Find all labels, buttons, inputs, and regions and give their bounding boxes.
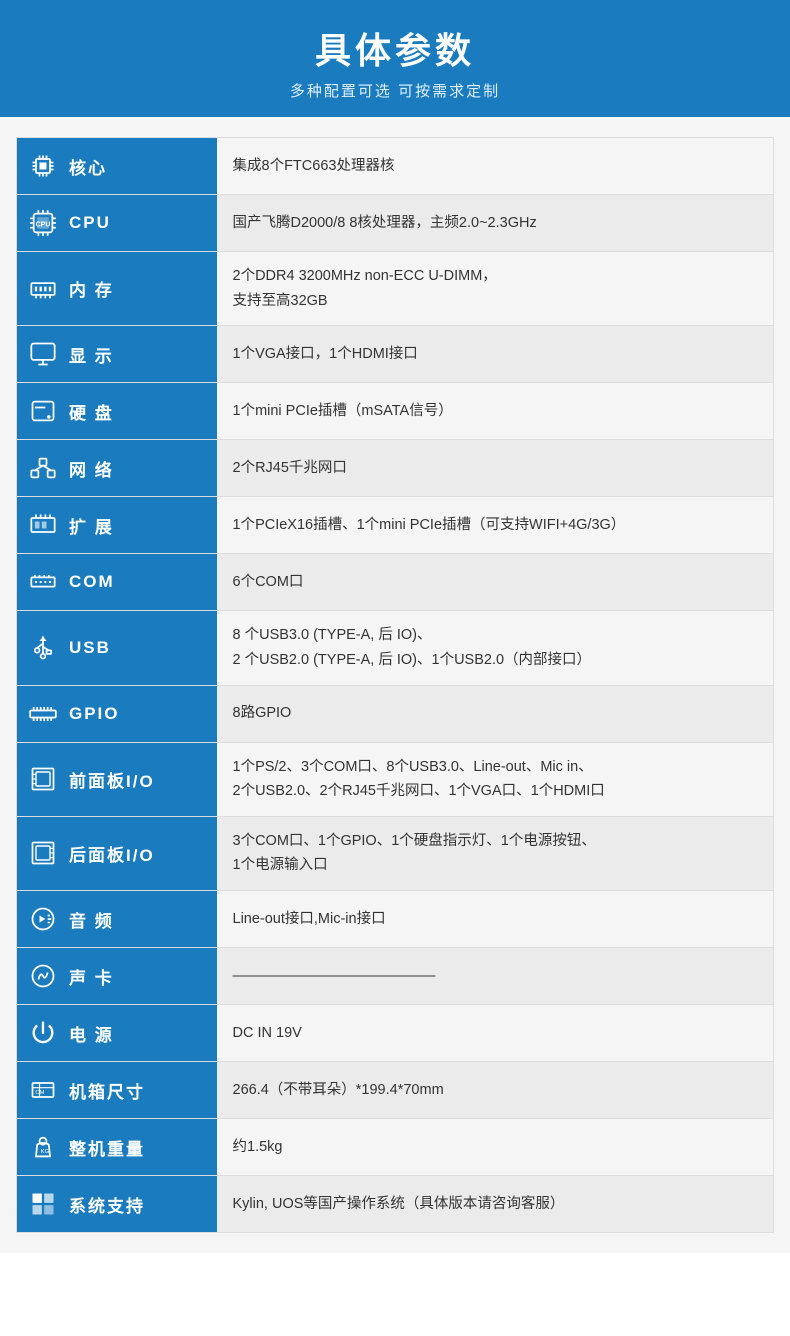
label-cell-network: 网 络 xyxy=(17,440,217,497)
table-row: 音 频 Line-out接口,Mic-in接口 xyxy=(17,891,774,948)
label-cell-display: 显 示 xyxy=(17,326,217,383)
front-panel-icon xyxy=(25,761,61,797)
value-cell-dimensions: 266.4（不带耳朵）*199.4*70mm xyxy=(217,1062,774,1119)
table-row: KG 整机重量约1.5kg xyxy=(17,1119,774,1176)
label-cell-front-panel: 前面板I/O xyxy=(17,742,217,816)
page-subtitle: 多种配置可选 可按需求定制 xyxy=(0,80,790,101)
value-cell-display: 1个VGA接口，1个HDMI接口 xyxy=(217,326,774,383)
dimensions-icon: CM xyxy=(25,1072,61,1108)
soundcard-icon xyxy=(25,958,61,994)
label-cell-weight: KG 整机重量 xyxy=(17,1119,217,1176)
value-cell-com: 6个COM口 xyxy=(217,554,774,611)
label-cell-core: 核心 xyxy=(17,138,217,195)
harddisk-icon xyxy=(25,393,61,429)
usb-icon xyxy=(25,630,61,666)
label-text-harddisk: 硬 盘 xyxy=(69,399,114,424)
label-cell-memory: 内 存 xyxy=(17,252,217,326)
core-icon xyxy=(25,148,61,184)
expansion-icon xyxy=(25,507,61,543)
label-text-network: 网 络 xyxy=(69,456,114,481)
label-text-power: 电 源 xyxy=(69,1021,114,1046)
table-row: CM 机箱尺寸266.4（不带耳朵）*199.4*70mm xyxy=(17,1062,774,1119)
label-text-front-panel: 前面板I/O xyxy=(69,767,155,792)
value-cell-network: 2个RJ45千兆网口 xyxy=(217,440,774,497)
label-cell-os: 系统支持 xyxy=(17,1176,217,1233)
table-row: 电 源 DC IN 19V xyxy=(17,1005,774,1062)
value-cell-usb: 8 个USB3.0 (TYPE-A, 后 IO)、2 个USB2.0 (TYPE… xyxy=(217,611,774,685)
gpio-icon xyxy=(25,696,61,732)
label-text-expansion: 扩 展 xyxy=(69,513,114,538)
value-cell-audio: Line-out接口,Mic-in接口 xyxy=(217,891,774,948)
value-cell-rear-panel: 3个COM口、1个GPIO、1个硬盘指示灯、1个电源按钮、1个电源输入口 xyxy=(217,816,774,890)
spec-table: 核心集成8个FTC663处理器核 CPU CPU国产飞腾D2000/8 8核处理… xyxy=(16,137,774,1233)
weight-icon: KG xyxy=(25,1129,61,1165)
value-cell-expansion: 1个PCIeX16插槽、1个mini PCIe插槽（可支持WIFI+4G/3G） xyxy=(217,497,774,554)
svg-text:CPU: CPU xyxy=(36,222,51,229)
table-row: CPU CPU国产飞腾D2000/8 8核处理器，主频2.0~2.3GHz xyxy=(17,195,774,252)
cpu-icon: CPU xyxy=(25,205,61,241)
header: 具体参数 多种配置可选 可按需求定制 xyxy=(0,0,790,117)
table-row: GPIO 8路GPIO xyxy=(17,685,774,742)
value-cell-soundcard: —————————————— xyxy=(217,948,774,1005)
value-cell-weight: 约1.5kg xyxy=(217,1119,774,1176)
label-text-os: 系统支持 xyxy=(69,1192,145,1217)
page-title: 具体参数 xyxy=(0,22,790,74)
label-cell-cpu: CPU CPU xyxy=(17,195,217,252)
label-text-cpu: CPU xyxy=(69,213,111,233)
com-icon xyxy=(25,564,61,600)
os-icon xyxy=(25,1186,61,1222)
memory-icon xyxy=(25,271,61,307)
svg-text:KG: KG xyxy=(41,1149,50,1155)
power-icon xyxy=(25,1015,61,1051)
value-cell-os: Kylin, UOS等国产操作系统（具体版本请咨询客服） xyxy=(217,1176,774,1233)
label-cell-usb: USB xyxy=(17,611,217,685)
value-cell-gpio: 8路GPIO xyxy=(217,685,774,742)
value-cell-cpu: 国产飞腾D2000/8 8核处理器，主频2.0~2.3GHz xyxy=(217,195,774,252)
label-cell-expansion: 扩 展 xyxy=(17,497,217,554)
label-text-display: 显 示 xyxy=(69,342,114,367)
label-text-com: COM xyxy=(69,572,115,592)
label-cell-power: 电 源 xyxy=(17,1005,217,1062)
label-text-usb: USB xyxy=(69,638,111,658)
value-cell-front-panel: 1个PS/2、3个COM口、8个USB3.0、Line-out、Mic in、2… xyxy=(217,742,774,816)
label-text-audio: 音 频 xyxy=(69,907,114,932)
audio-icon xyxy=(25,901,61,937)
label-text-core: 核心 xyxy=(69,154,107,179)
spec-table-container: 核心集成8个FTC663处理器核 CPU CPU国产飞腾D2000/8 8核处理… xyxy=(0,117,790,1253)
value-cell-harddisk: 1个mini PCIe插槽（mSATA信号） xyxy=(217,383,774,440)
table-row: USB 8 个USB3.0 (TYPE-A, 后 IO)、2 个USB2.0 (T… xyxy=(17,611,774,685)
table-row: 硬 盘 1个mini PCIe插槽（mSATA信号） xyxy=(17,383,774,440)
table-row: 内 存 2个DDR4 3200MHz non-ECC U-DIMM，支持至高32G… xyxy=(17,252,774,326)
rear-panel-icon xyxy=(25,835,61,871)
label-cell-audio: 音 频 xyxy=(17,891,217,948)
network-icon xyxy=(25,450,61,486)
display-icon xyxy=(25,336,61,372)
value-cell-core: 集成8个FTC663处理器核 xyxy=(217,138,774,195)
table-row: 前面板I/O 1个PS/2、3个COM口、8个USB3.0、Line-out、Mi… xyxy=(17,742,774,816)
label-cell-soundcard: 声 卡 xyxy=(17,948,217,1005)
table-row: 系统支持 Kylin, UOS等国产操作系统（具体版本请咨询客服） xyxy=(17,1176,774,1233)
label-cell-gpio: GPIO xyxy=(17,685,217,742)
label-text-dimensions: 机箱尺寸 xyxy=(69,1078,145,1103)
table-row: 核心 集成8个FTC663处理器核 xyxy=(17,138,774,195)
label-text-rear-panel: 后面板I/O xyxy=(69,841,155,866)
value-cell-memory: 2个DDR4 3200MHz non-ECC U-DIMM，支持至高32GB xyxy=(217,252,774,326)
value-cell-power: DC IN 19V xyxy=(217,1005,774,1062)
label-text-soundcard: 声 卡 xyxy=(69,964,114,989)
svg-text:CM: CM xyxy=(35,1090,44,1096)
label-text-weight: 整机重量 xyxy=(69,1135,145,1160)
table-row: 后面板I/O 3个COM口、1个GPIO、1个硬盘指示灯、1个电源按钮、1个电源输… xyxy=(17,816,774,890)
label-cell-rear-panel: 后面板I/O xyxy=(17,816,217,890)
table-row: 声 卡 —————————————— xyxy=(17,948,774,1005)
label-cell-harddisk: 硬 盘 xyxy=(17,383,217,440)
table-row: COM 6个COM口 xyxy=(17,554,774,611)
table-row: 扩 展 1个PCIeX16插槽、1个mini PCIe插槽（可支持WIFI+4G/… xyxy=(17,497,774,554)
label-cell-dimensions: CM 机箱尺寸 xyxy=(17,1062,217,1119)
label-text-gpio: GPIO xyxy=(69,704,120,724)
label-cell-com: COM xyxy=(17,554,217,611)
label-text-memory: 内 存 xyxy=(69,276,114,301)
table-row: 显 示 1个VGA接口，1个HDMI接口 xyxy=(17,326,774,383)
table-row: 网 络 2个RJ45千兆网口 xyxy=(17,440,774,497)
